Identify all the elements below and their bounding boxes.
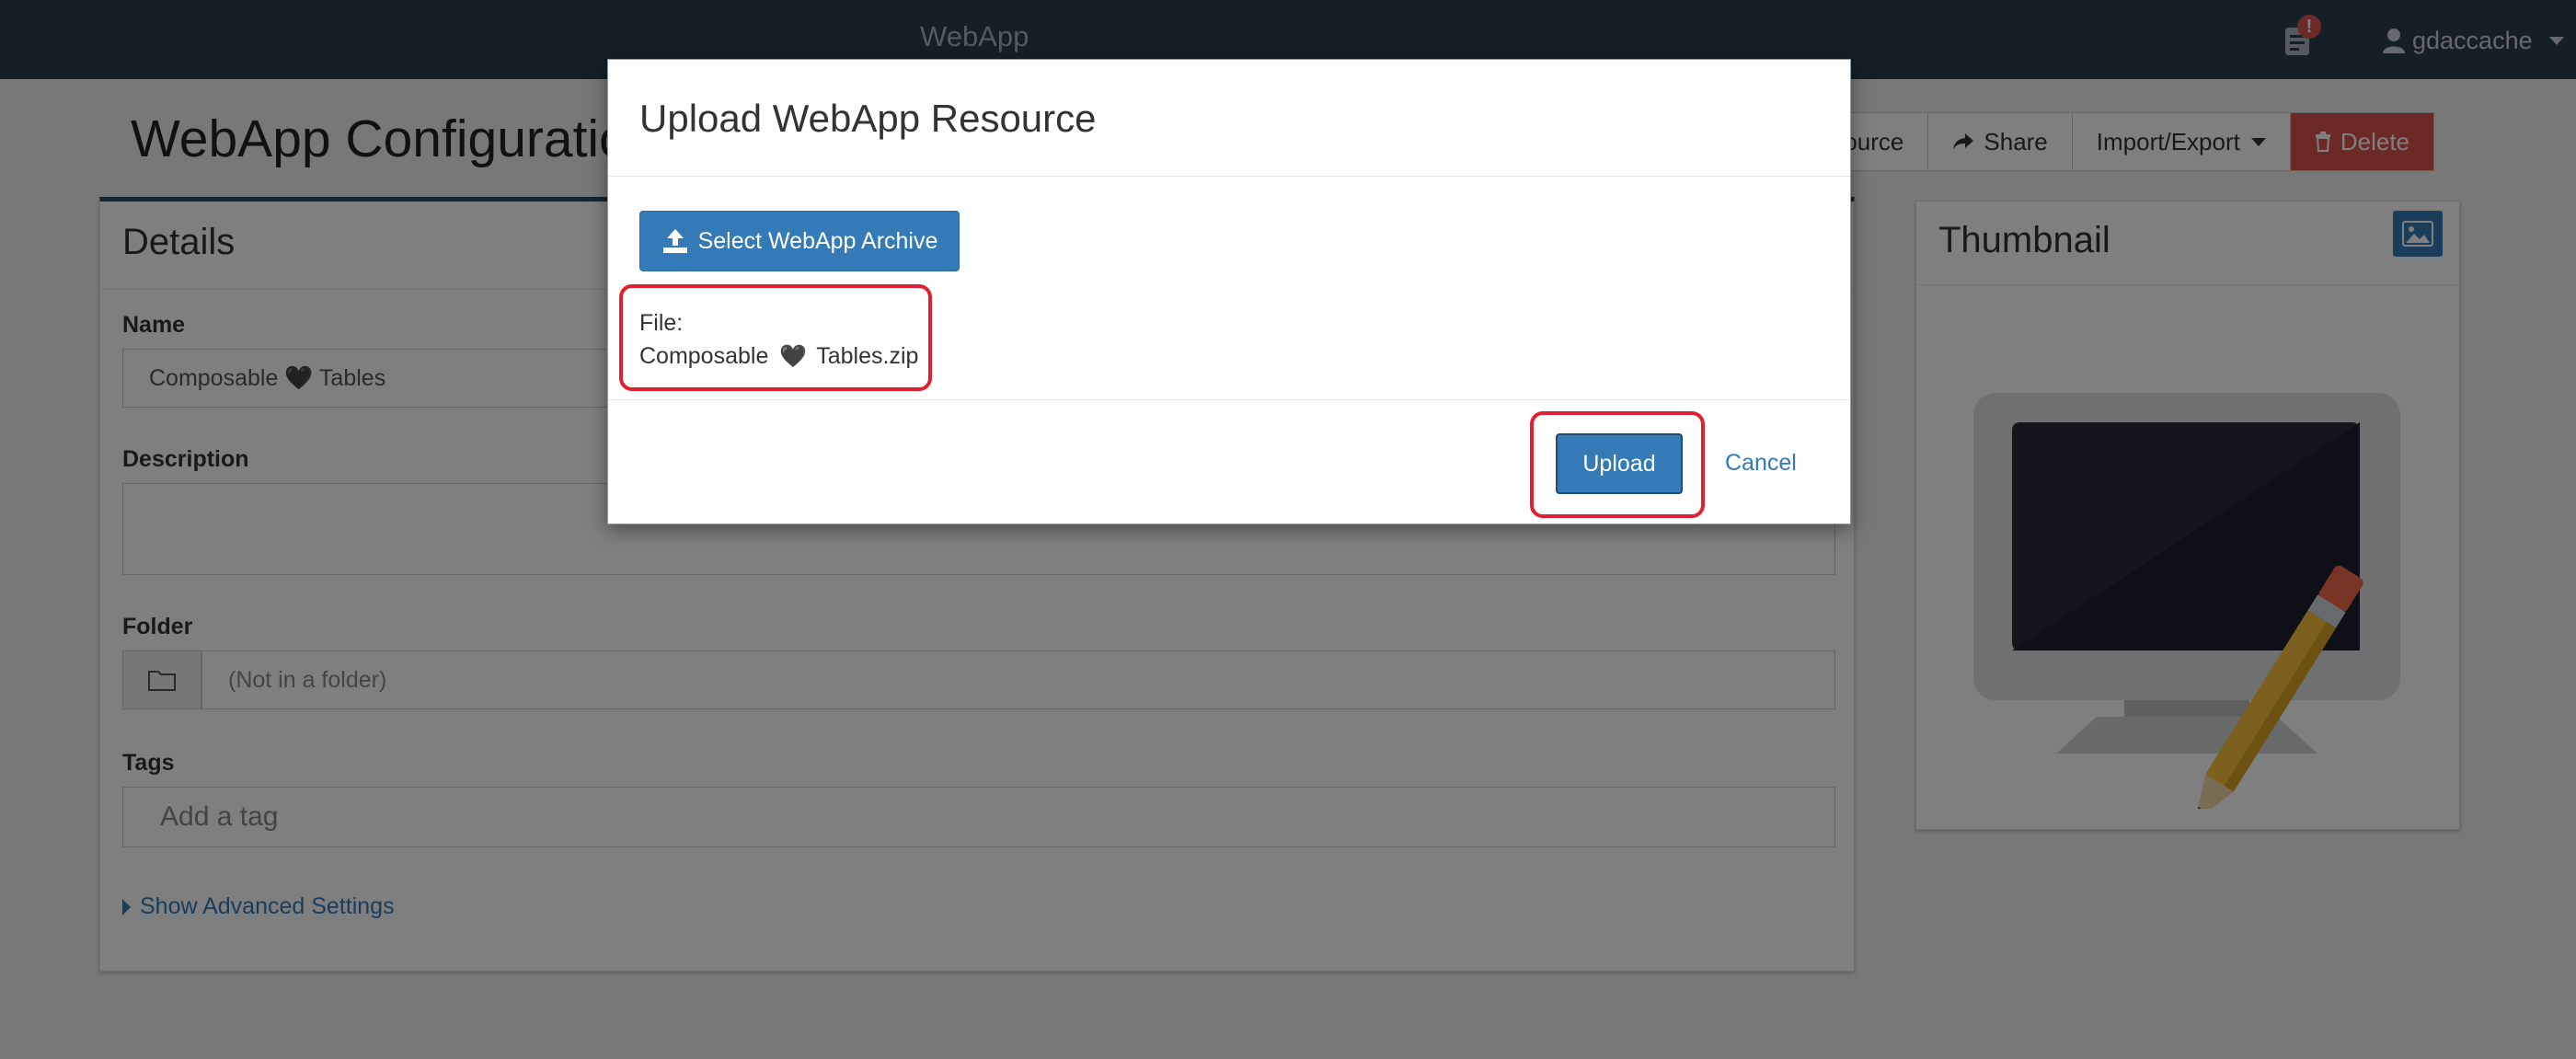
modal-title: Upload WebApp Resource bbox=[639, 97, 1097, 140]
cancel-link[interactable]: Cancel bbox=[1725, 450, 1797, 477]
upload-modal: Upload WebApp Resource Select WebApp Arc… bbox=[607, 59, 1851, 524]
divider bbox=[608, 176, 1850, 177]
upload-icon bbox=[662, 229, 687, 253]
divider bbox=[608, 399, 1850, 400]
highlight-annotation bbox=[1530, 411, 1705, 518]
highlight-annotation bbox=[619, 284, 932, 391]
select-archive-button[interactable]: Select WebApp Archive bbox=[639, 211, 960, 271]
